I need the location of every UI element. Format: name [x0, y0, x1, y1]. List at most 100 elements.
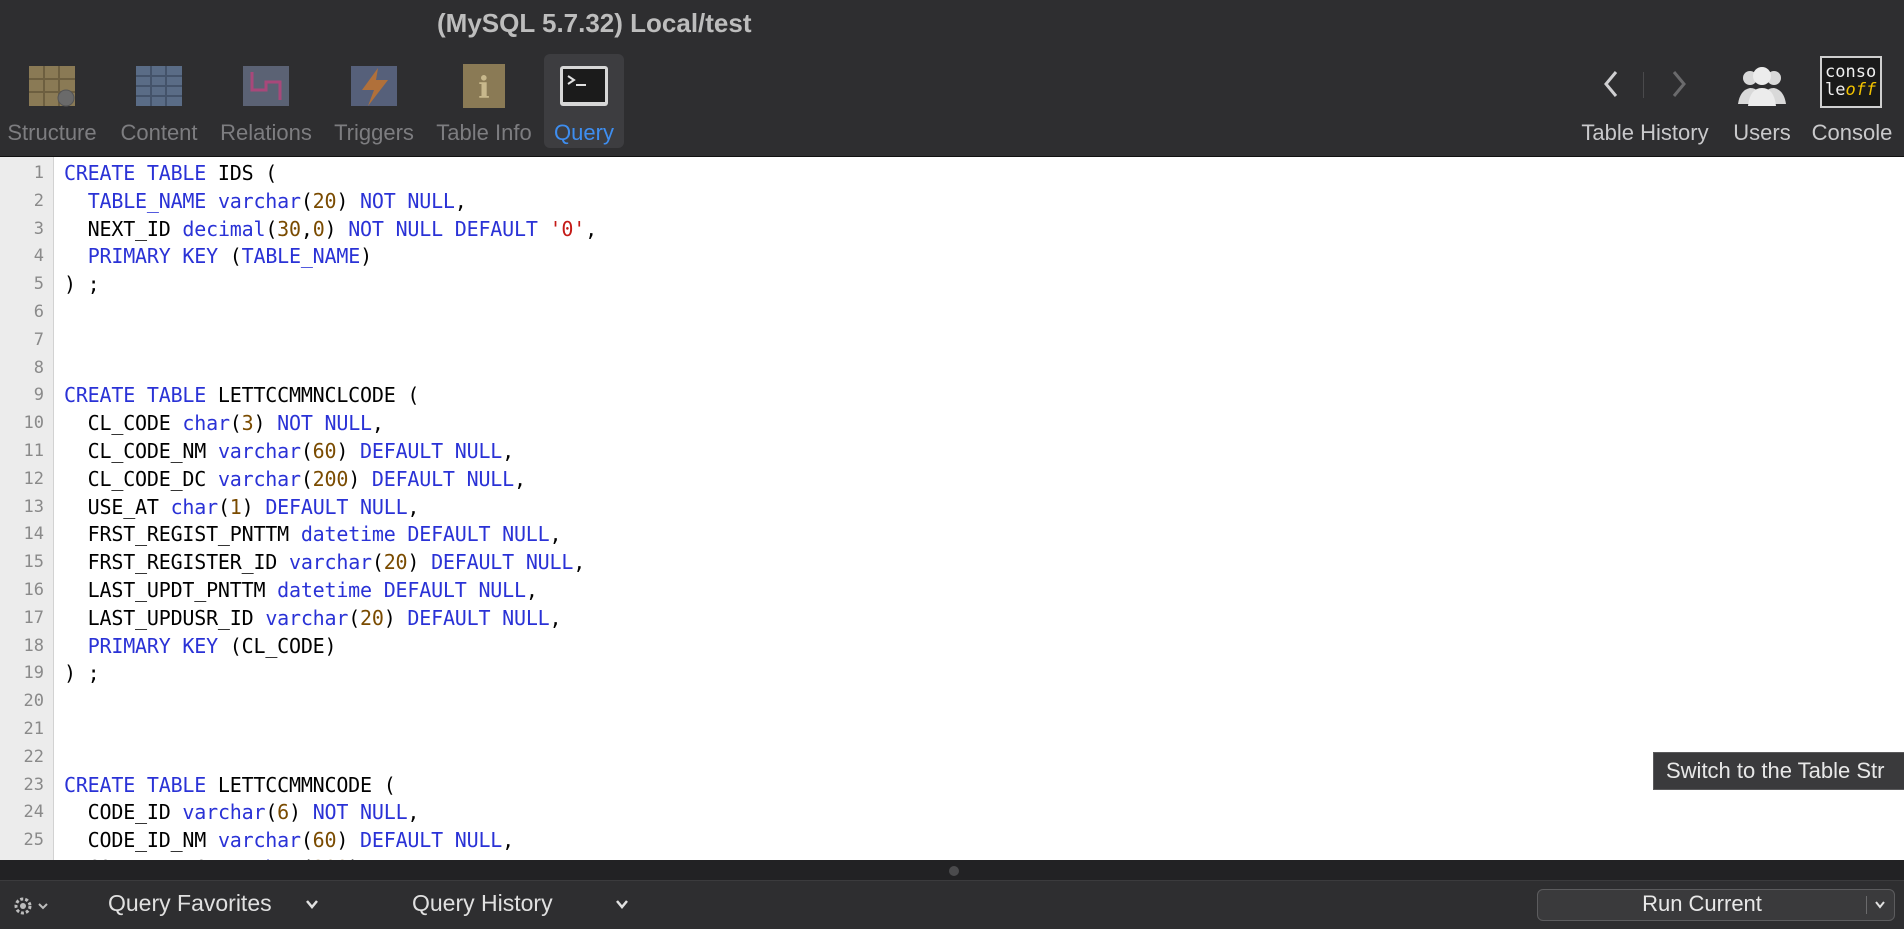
code-token: 60: [312, 828, 337, 853]
code-token: FRST_REGISTER_ID: [64, 550, 289, 575]
code-token: CODE_ID_NM: [64, 828, 218, 853]
code-line[interactable]: 24 CODE_ID varchar(6) NOT NULL,: [0, 798, 1904, 826]
code-line[interactable]: 25 CODE_ID_NM varchar(60) DEFAULT NULL,: [0, 826, 1904, 854]
tab-structure[interactable]: Structure: [0, 54, 104, 148]
query-history-button[interactable]: Query History: [412, 890, 553, 917]
code-token: CODE_ID: [64, 800, 183, 825]
code-line[interactable]: 13 USE_AT char(1) DEFAULT NULL,: [0, 493, 1904, 521]
code-token: ): [336, 828, 361, 853]
run-current-button[interactable]: Run Current: [1537, 889, 1895, 921]
code-line[interactable]: 11 CL_CODE_NM varchar(60) DEFAULT NULL,: [0, 437, 1904, 465]
code-line[interactable]: 3 NEXT_ID decimal(30,0) NOT NULL DEFAULT…: [0, 215, 1904, 243]
code-token: 200: [312, 466, 349, 491]
code-line[interactable]: 4 PRIMARY KEY (TABLE_NAME): [0, 242, 1904, 270]
line-number: 18: [23, 635, 44, 656]
pane-splitter[interactable]: [0, 860, 1904, 880]
code-line[interactable]: 6: [0, 298, 1904, 326]
code-line[interactable]: 9 CREATE TABLE LETTCCMMNCLCODE (: [0, 381, 1904, 409]
svg-text:i: i: [478, 71, 489, 106]
structure-icon: [29, 66, 75, 107]
code-token: 20: [383, 550, 408, 575]
tab-triggers-label: Triggers: [334, 120, 414, 145]
line-number: 25: [23, 830, 44, 851]
query-editor[interactable]: 1 CREATE TABLE IDS (2 TABLE_NAME varchar(…: [0, 157, 1904, 860]
code-token: varchar: [265, 605, 349, 630]
code-token: ,: [525, 578, 538, 602]
code-token: ,: [407, 494, 420, 519]
line-number: 2: [33, 190, 44, 211]
chevron-down-icon[interactable]: [1874, 900, 1886, 910]
code-token: NOT NULL: [277, 411, 372, 436]
table-history-label: Table History: [1581, 120, 1709, 145]
tab-query[interactable]: Query: [544, 54, 624, 148]
code-token: DEFAULT NULL: [265, 494, 408, 519]
console-button[interactable]: conso leoff Console: [1806, 54, 1898, 148]
code-token: datetime DEFAULT NULL: [277, 578, 526, 602]
tab-table-info[interactable]: i Table Info: [432, 54, 536, 148]
query-favorites-button[interactable]: Query Favorites: [108, 890, 272, 917]
code-token: ,: [573, 550, 586, 575]
code-token: TABLE_NAME: [241, 244, 361, 269]
relations-icon: [243, 66, 289, 106]
code-token: TABLE_NAME varchar: [87, 188, 301, 213]
tab-triggers[interactable]: Triggers: [324, 54, 424, 148]
tab-content[interactable]: Content: [112, 54, 206, 148]
code-line[interactable]: 10 CL_CODE char(3) NOT NULL,: [0, 409, 1904, 437]
code-token: 60: [312, 439, 337, 463]
code-line[interactable]: 12 CL_CODE_DC varchar(200) DEFAULT NULL,: [0, 465, 1904, 493]
code-line[interactable]: 8: [0, 354, 1904, 382]
code-text: CL_CODE_DC varchar(200) DEFAULT NULL,: [64, 465, 526, 493]
code-token: LETTCCMMNCLCODE (: [206, 383, 420, 408]
code-line[interactable]: 19) ;: [0, 659, 1904, 687]
chevron-down-icon[interactable]: [305, 899, 319, 909]
code-text: LAST_UPDT_PNTTM datetime DEFAULT NULL,: [64, 576, 538, 604]
table-history-button[interactable]: Table History: [1574, 54, 1716, 148]
code-token: ,: [502, 828, 514, 853]
tab-relations[interactable]: Relations: [214, 54, 318, 148]
code-text: ) ;: [64, 270, 100, 298]
splitter-handle[interactable]: [949, 866, 959, 876]
code-line[interactable]: 17 LAST_UPDUSR_ID varchar(20) DEFAULT NU…: [0, 604, 1904, 632]
line-number: 1: [33, 163, 44, 183]
code-token: ,: [371, 411, 384, 436]
code-token: (: [300, 466, 313, 491]
users-button[interactable]: Users: [1724, 54, 1800, 148]
code-token: CREATE TABLE: [64, 772, 207, 797]
gear-icon[interactable]: [12, 895, 50, 917]
code-line[interactable]: 21: [0, 715, 1904, 743]
code-token: DEFAULT NULL: [360, 828, 503, 853]
toolbar: (MySQL 5.7.32) Local/test Structure Cont…: [0, 0, 1904, 157]
code-token: varchar: [217, 439, 301, 463]
code-line[interactable]: 14 FRST_REGIST_PNTTM datetime DEFAULT NU…: [0, 520, 1904, 548]
code-text: CREATE TABLE LETTCCMMNCLCODE (: [64, 381, 419, 409]
code-line[interactable]: 1 CREATE TABLE IDS (: [0, 159, 1904, 187]
line-number: 21: [23, 719, 44, 739]
code-line[interactable]: 2 TABLE_NAME varchar(20) NOT NULL,: [0, 187, 1904, 215]
code-text: USE_AT char(1) DEFAULT NULL,: [64, 493, 420, 521]
code-token: char: [182, 411, 230, 436]
code-line[interactable]: 7: [0, 326, 1904, 354]
code-token: ): [360, 244, 372, 269]
chevron-down-icon[interactable]: [615, 899, 629, 909]
code-token: USE_AT: [64, 494, 171, 519]
line-number: 22: [23, 746, 44, 767]
code-line[interactable]: 23 CREATE TABLE LETTCCMMNCODE (: [0, 771, 1904, 799]
code-token: 0: [312, 216, 325, 241]
line-number: 24: [23, 802, 44, 823]
code-token: 20: [312, 188, 337, 213]
code-token: DEFAULT NULL: [371, 466, 514, 491]
code-line[interactable]: 16 LAST_UPDT_PNTTM datetime DEFAULT NULL…: [0, 576, 1904, 604]
line-number: 17: [23, 607, 44, 628]
code-line[interactable]: 20: [0, 687, 1904, 715]
tab-relations-label: Relations: [220, 120, 312, 145]
code-token: ,: [585, 216, 597, 241]
line-number: 11: [23, 441, 44, 461]
code-token: decimal: [182, 216, 266, 241]
code-token: varchar: [217, 828, 301, 853]
code-token: NOT NULL DEFAULT: [348, 216, 538, 241]
code-line[interactable]: 18 PRIMARY KEY (CL_CODE): [0, 632, 1904, 660]
code-line[interactable]: 15 FRST_REGISTER_ID varchar(20) DEFAULT …: [0, 548, 1904, 576]
code-line[interactable]: 5) ;: [0, 270, 1904, 298]
code-token: ): [289, 800, 313, 825]
code-line[interactable]: 22: [0, 743, 1904, 771]
